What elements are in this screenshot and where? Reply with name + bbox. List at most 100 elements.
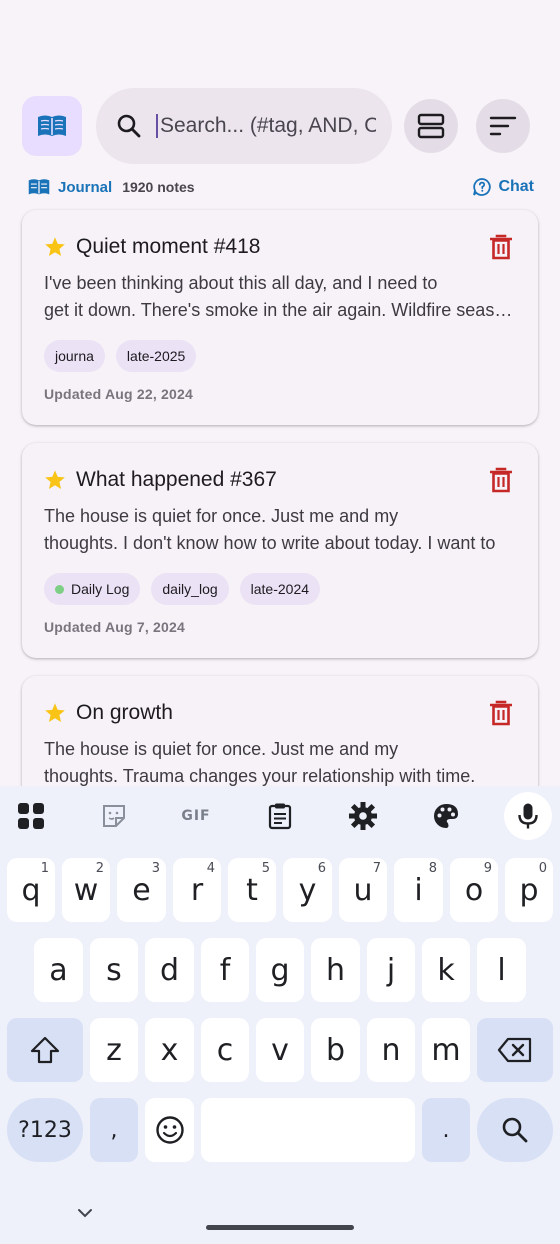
tag-chip[interactable]: Daily Log [44, 573, 141, 605]
emoji-icon [155, 1116, 184, 1144]
key-label: , [110, 1117, 118, 1143]
key-v[interactable]: v [256, 1018, 304, 1082]
key-o[interactable]: o9 [450, 858, 498, 922]
key-label: w [73, 872, 99, 908]
tag-list: Daily Log daily_log late-2024 [44, 573, 516, 605]
key-r[interactable]: r4 [173, 858, 221, 922]
book-icon [28, 179, 50, 195]
sticker-button[interactable] [90, 792, 138, 840]
tag-label: daily_log [162, 581, 218, 597]
key-s[interactable]: s [90, 938, 138, 1002]
period-key[interactable]: . [422, 1098, 470, 1162]
key-label: o [464, 872, 484, 908]
key-label: j [386, 952, 396, 988]
comma-key[interactable]: , [90, 1098, 138, 1162]
key-i[interactable]: i8 [394, 858, 443, 922]
book-icon [38, 115, 66, 136]
emoji-key[interactable] [145, 1098, 194, 1162]
search-icon [117, 114, 141, 138]
star-icon[interactable] [44, 469, 66, 491]
journal-button[interactable] [22, 96, 82, 156]
gif-button[interactable]: GIF [172, 792, 220, 840]
key-e[interactable]: e3 [117, 858, 166, 922]
shift-key[interactable] [7, 1018, 83, 1082]
search-action-key[interactable] [477, 1098, 553, 1162]
key-m[interactable]: m [422, 1018, 470, 1082]
key-label: b [325, 1032, 346, 1068]
delete-button[interactable] [486, 465, 516, 495]
tag-chip[interactable]: late-2024 [239, 573, 321, 605]
key-u[interactable]: u7 [339, 858, 387, 922]
space-key[interactable] [201, 1098, 415, 1162]
key-label: q [21, 872, 41, 908]
key-q[interactable]: q1 [7, 858, 55, 922]
key-t[interactable]: t5 [228, 858, 276, 922]
search-input[interactable] [156, 114, 376, 138]
star-icon[interactable] [44, 702, 66, 724]
tag-chip[interactable]: journa [44, 340, 105, 372]
tag-chip[interactable]: late-2025 [115, 340, 197, 372]
key-label: ?123 [18, 1117, 72, 1143]
key-label: z [106, 1032, 122, 1068]
view-agenda-icon [417, 113, 445, 139]
gif-label: GIF [181, 808, 211, 824]
note-preview-line: thoughts. I don't know how to write abou… [44, 533, 496, 553]
key-label: k [437, 952, 455, 988]
view-toggle-button[interactable] [404, 99, 458, 153]
apps-grid-button[interactable] [7, 792, 55, 840]
tag-list: journa late-2025 [44, 340, 516, 372]
keyboard-toolbar: GIF [0, 786, 560, 848]
tag-color-dot [55, 584, 64, 594]
key-z[interactable]: z [90, 1018, 138, 1082]
note-card[interactable]: Quiet moment #418 I've been thinking abo… [22, 210, 538, 425]
key-hint: 7 [372, 861, 381, 876]
backspace-icon [497, 1037, 532, 1063]
clipboard-button[interactable] [256, 792, 304, 840]
backspace-key[interactable] [477, 1018, 553, 1082]
key-c[interactable]: c [201, 1018, 249, 1082]
key-b[interactable]: b [311, 1018, 360, 1082]
note-card[interactable]: What happened #367 The house is quiet fo… [22, 443, 538, 658]
key-f[interactable]: f [201, 938, 249, 1002]
key-w[interactable]: w2 [62, 858, 110, 922]
theme-button[interactable] [422, 792, 470, 840]
note-title: Quiet moment #418 [76, 235, 261, 258]
key-p[interactable]: p0 [505, 858, 553, 922]
settings-button[interactable] [339, 792, 387, 840]
voice-input-button[interactable] [504, 792, 552, 840]
hide-keyboard-button[interactable] [74, 1204, 96, 1222]
notes-count: 1920 notes [122, 179, 195, 195]
key-j[interactable]: j [367, 938, 415, 1002]
note-preview: I've been thinking about this all day, a… [44, 270, 520, 324]
key-d[interactable]: d [145, 938, 194, 1002]
tag-chip[interactable]: daily_log [151, 573, 229, 605]
key-g[interactable]: g [256, 938, 304, 1002]
sort-button[interactable] [476, 99, 530, 153]
symbols-key[interactable]: ?123 [7, 1098, 83, 1162]
chat-help-icon [473, 178, 492, 196]
key-x[interactable]: x [145, 1018, 194, 1082]
key-label: i [414, 872, 423, 908]
key-h[interactable]: h [311, 938, 360, 1002]
chat-link[interactable]: Chat [472, 177, 534, 197]
star-icon[interactable] [44, 236, 66, 258]
journal-label[interactable]: Journal [58, 179, 112, 196]
key-y[interactable]: y6 [283, 858, 332, 922]
key-hint: 8 [428, 861, 437, 876]
key-label: s [106, 952, 122, 988]
key-hint: 5 [261, 861, 270, 876]
trash-icon [490, 467, 512, 493]
key-k[interactable]: k [422, 938, 470, 1002]
shift-icon [30, 1036, 60, 1064]
chat-label: Chat [498, 178, 534, 195]
key-label: . [442, 1117, 450, 1143]
delete-button[interactable] [486, 232, 516, 262]
delete-button[interactable] [486, 698, 516, 728]
key-a[interactable]: a [34, 938, 83, 1002]
key-n[interactable]: n [367, 1018, 415, 1082]
key-l[interactable]: l [477, 938, 526, 1002]
clipboard-icon [268, 803, 292, 830]
sticker-icon [103, 805, 125, 827]
home-gesture-bar[interactable] [206, 1225, 354, 1230]
search-bar[interactable] [96, 88, 392, 164]
